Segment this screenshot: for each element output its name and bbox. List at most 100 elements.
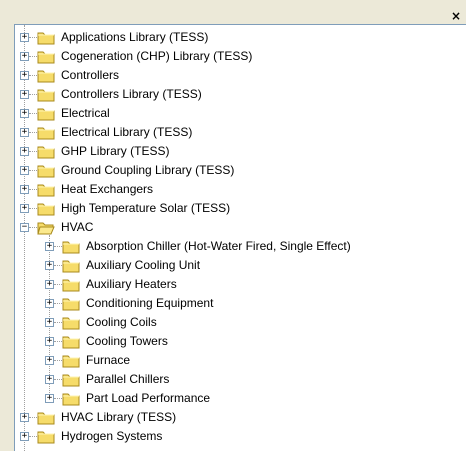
tree-item-label[interactable]: Auxiliary Heaters [85,277,178,292]
tree-item[interactable]: + Furnace [15,351,466,370]
expand-icon[interactable]: + [20,90,29,99]
tree-item[interactable]: + Cooling Coils [15,313,466,332]
tree-item[interactable]: + Cogeneration (CHP) Library (TESS) [15,47,466,66]
tree-item[interactable]: + Auxiliary Heaters [15,275,466,294]
folder-icon [62,334,80,349]
expand-icon[interactable]: + [45,299,54,308]
expand-icon[interactable]: + [20,109,29,118]
tree-item-label[interactable]: Furnace [85,353,131,368]
tree-item[interactable]: + Ground Coupling Library (TESS) [15,161,466,180]
folder-icon [37,125,55,140]
tree-item[interactable]: + Electrical [15,104,466,123]
folder-icon [37,30,55,45]
tree-connector [29,436,37,437]
expand-icon[interactable]: + [45,356,54,365]
tree-item-label[interactable]: Absorption Chiller (Hot-Water Fired, Sin… [85,239,352,254]
tree-item-label[interactable]: Electrical Library (TESS) [60,125,193,140]
tree-connector [29,37,37,38]
folder-icon [37,429,55,444]
tree-item-label[interactable]: Hydrogen Systems [60,429,163,444]
tree-item[interactable]: + High Temperature Solar (TESS) [15,199,466,218]
folder-icon [37,106,55,121]
tree-connector [29,75,37,76]
tree-item-label[interactable]: Cooling Towers [85,334,169,349]
collapse-icon[interactable]: − [20,223,29,232]
tree-item-label[interactable]: HVAC [60,220,94,235]
tree-item[interactable]: + Auxiliary Cooling Unit [15,256,466,275]
folder-icon [62,258,80,273]
tree-item[interactable]: + Parallel Chillers [15,370,466,389]
folder-icon [62,315,80,330]
folder-icon [37,87,55,102]
tree-item[interactable]: + Applications Library (TESS) [15,28,466,47]
tree-connector [29,227,37,228]
tree-item[interactable]: − HVAC [15,218,466,237]
expand-icon[interactable]: + [45,280,54,289]
tree-connector [54,322,62,323]
expand-icon[interactable]: + [20,71,29,80]
tree-item-label[interactable]: Auxiliary Cooling Unit [85,258,201,273]
tree-item-label[interactable]: Parallel Chillers [85,372,170,387]
tree-item[interactable]: + Conditioning Equipment [15,294,466,313]
tree-connector [29,132,37,133]
expand-icon[interactable]: + [20,128,29,137]
tree-item[interactable]: + Electrical Library (TESS) [15,123,466,142]
tree-item[interactable]: + Absorption Chiller (Hot-Water Fired, Si… [15,237,466,256]
tree-item-label[interactable]: Cogeneration (CHP) Library (TESS) [60,49,253,64]
tree-connector [54,398,62,399]
folder-icon [37,201,55,216]
expand-icon[interactable]: + [20,33,29,42]
tree-connector [54,265,62,266]
folder-icon [37,410,55,425]
tree-item[interactable]: + GHP Library (TESS) [15,142,466,161]
tree-item-label[interactable]: GHP Library (TESS) [60,144,170,159]
expand-icon[interactable]: + [20,185,29,194]
expand-icon[interactable]: + [45,375,54,384]
tree-item-label[interactable]: HVAC Library (TESS) [60,410,177,425]
tree-item-label[interactable]: Ground Coupling Library (TESS) [60,163,235,178]
tree-item[interactable]: + Controllers Library (TESS) [15,85,466,104]
tree-item[interactable]: + Cooling Towers [15,332,466,351]
tree-connector [54,303,62,304]
folder-icon [62,353,80,368]
expand-icon[interactable]: + [45,261,54,270]
expand-icon[interactable]: + [20,413,29,422]
tree-connector [29,113,37,114]
tree-item-label[interactable]: Conditioning Equipment [85,296,214,311]
expand-icon[interactable]: + [45,242,54,251]
tree-item-label[interactable]: Cooling Coils [85,315,158,330]
tree-item-label[interactable]: Controllers Library (TESS) [60,87,203,102]
folder-icon [62,372,80,387]
tree-item-label[interactable]: High Temperature Solar (TESS) [60,201,231,216]
expand-icon[interactable]: + [20,204,29,213]
folder-icon [62,277,80,292]
tree-view[interactable]: + Applications Library (TESS) + Cogeneratio… [14,24,466,451]
tree-connector [54,341,62,342]
tree-connector [29,151,37,152]
expand-icon[interactable]: + [20,166,29,175]
expand-icon[interactable]: + [20,147,29,156]
tree-connector [29,189,37,190]
close-button[interactable]: × [450,10,462,22]
tree-connector [54,379,62,380]
tree-item-label[interactable]: Controllers [60,68,120,83]
panel-header [0,9,466,24]
folder-icon [37,144,55,159]
tree-item[interactable]: + HVAC Library (TESS) [15,408,466,427]
tree-item[interactable]: + Controllers [15,66,466,85]
tree-item-label[interactable]: Heat Exchangers [60,182,154,197]
folder-icon [62,296,80,311]
tree-item[interactable]: + Heat Exchangers [15,180,466,199]
tree-item-label[interactable]: Applications Library (TESS) [60,30,209,45]
folder-icon [37,68,55,83]
folder-icon [62,239,80,254]
expand-icon[interactable]: + [45,318,54,327]
tree-item[interactable]: + Hydrogen Systems [15,427,466,446]
tree-item[interactable]: + Part Load Performance [15,389,466,408]
expand-icon[interactable]: + [20,432,29,441]
tree-item-label[interactable]: Electrical [60,106,111,121]
expand-icon[interactable]: + [45,337,54,346]
expand-icon[interactable]: + [20,52,29,61]
expand-icon[interactable]: + [45,394,54,403]
tree-item-label[interactable]: Part Load Performance [85,391,211,406]
